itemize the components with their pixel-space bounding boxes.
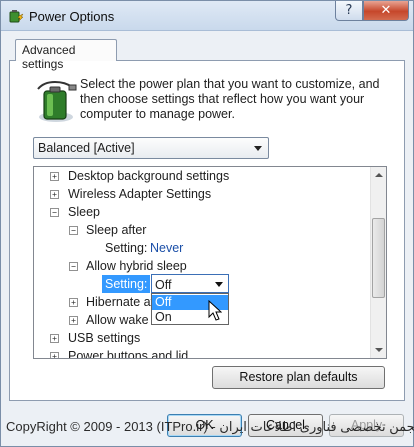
setting-label: Setting:	[105, 241, 148, 255]
scroll-thumb[interactable]	[372, 218, 385, 298]
setting-label-selected: Setting:	[102, 275, 151, 293]
tree-item-label: Allow hybrid sleep	[86, 259, 187, 273]
tree-item-label: Power buttons and lid	[68, 349, 189, 358]
power-plan-select[interactable]: Balanced [Active]	[33, 137, 269, 159]
tree-item-label: Wireless Adapter Settings	[68, 187, 212, 201]
tree-item-label: USB settings	[68, 331, 141, 345]
battery-power-icon	[37, 81, 77, 122]
tree-item-label: Sleep after	[86, 223, 147, 237]
tree-item-label: Desktop background settings	[68, 169, 230, 183]
hybrid-sleep-value: Off	[155, 278, 172, 292]
setting-value-link[interactable]: Never	[150, 239, 183, 257]
help-icon: ?	[345, 3, 353, 18]
power-options-window: Power Options ? ✕ Advanced settings Sele…	[0, 0, 414, 447]
close-icon: ✕	[380, 3, 392, 18]
tree-item-label: Hibernate af	[86, 295, 155, 309]
power-plan-value: Balanced [Active]	[38, 141, 135, 155]
collapse-icon[interactable]: −	[69, 226, 78, 235]
tree-viewport: + Desktop background settings + Wireless…	[34, 167, 371, 358]
expand-icon[interactable]: +	[69, 316, 78, 325]
expand-icon[interactable]: +	[50, 190, 59, 199]
scroll-down-button[interactable]	[371, 342, 386, 358]
tab-advanced-settings[interactable]: Advanced settings	[15, 39, 117, 71]
window-title: Power Options	[29, 9, 115, 24]
title-bar[interactable]: Power Options ? ✕	[1, 1, 413, 31]
collapse-icon[interactable]: −	[69, 262, 78, 271]
tree-item-label: Allow wake t	[86, 313, 156, 327]
close-button[interactable]: ✕	[363, 1, 409, 21]
tree-item-label: Sleep	[68, 205, 100, 219]
arrow-up-icon	[374, 173, 383, 177]
expand-icon[interactable]: +	[69, 298, 78, 307]
hybrid-sleep-select[interactable]: Off	[151, 274, 229, 293]
arrow-down-icon	[374, 348, 383, 352]
help-button[interactable]: ?	[335, 1, 363, 21]
expand-icon[interactable]: +	[50, 172, 59, 181]
scroll-up-button[interactable]	[371, 167, 386, 183]
description-text: Select the power plan that you want to c…	[80, 77, 380, 121]
restore-defaults-button[interactable]: Restore plan defaults	[212, 366, 385, 389]
copyright-watermark: CopyRight © 2009 - 2013 (ITPro.ir) - انج…	[6, 419, 414, 434]
tree-item-hybrid-sleep-setting[interactable]: Setting: Off	[34, 274, 234, 293]
tree-scrollbar[interactable]	[370, 167, 386, 358]
settings-tree[interactable]: + Desktop background settings + Wireless…	[33, 166, 387, 359]
chevron-down-icon	[254, 146, 262, 151]
expand-icon[interactable]: +	[50, 334, 59, 343]
mouse-pointer-icon	[208, 300, 222, 321]
chevron-down-icon	[215, 282, 223, 287]
advanced-settings-panel: Select the power plan that you want to c…	[9, 60, 405, 401]
expand-icon[interactable]: +	[50, 352, 59, 358]
collapse-icon[interactable]: −	[50, 208, 59, 217]
power-options-icon	[9, 10, 24, 23]
